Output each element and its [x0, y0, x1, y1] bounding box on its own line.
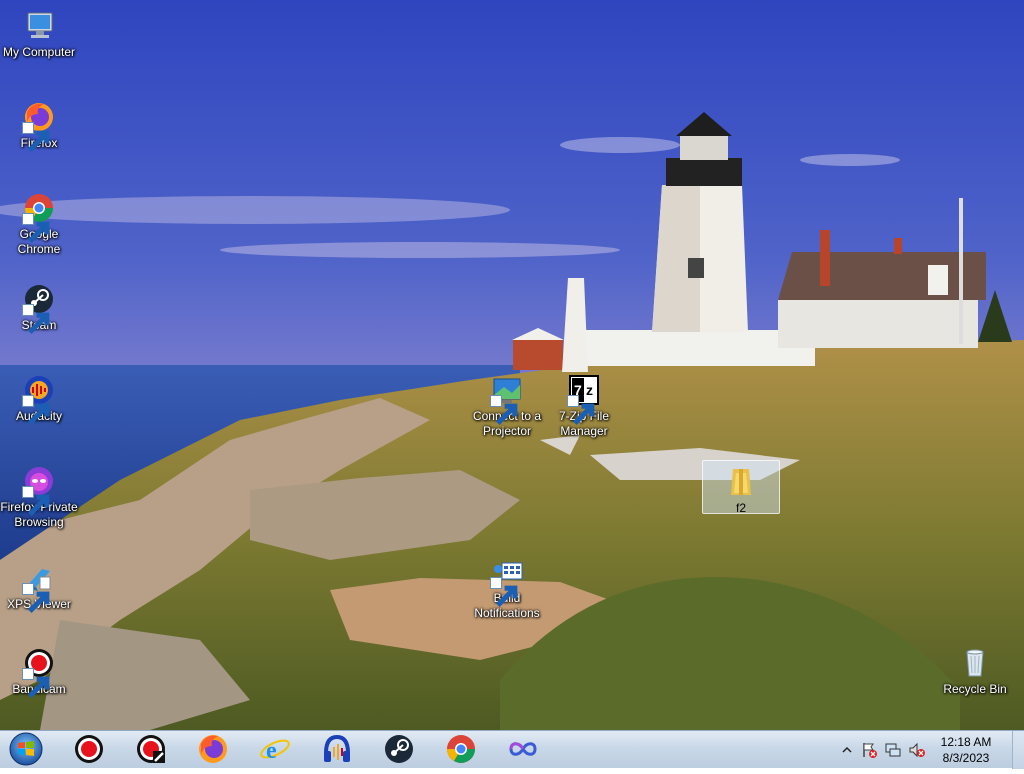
- desktop-icon-connect-projector[interactable]: Connect to a Projector: [467, 370, 547, 442]
- desktop-icon-recycle-bin[interactable]: Recycle Bin: [935, 643, 1015, 700]
- bandicam-icon: [22, 646, 56, 699]
- firefox-icon: [199, 735, 227, 763]
- taskbar-item-audacity[interactable]: [311, 732, 363, 766]
- shortcut-arrow-icon: [22, 304, 50, 335]
- bandicam-icon: [75, 735, 103, 763]
- infinity-icon: [509, 742, 537, 756]
- taskbar-item-infinity[interactable]: [497, 732, 549, 766]
- svg-text:e: e: [266, 738, 277, 764]
- shortcut-arrow-icon: [567, 395, 595, 426]
- shortcut-arrow-icon: [22, 583, 50, 614]
- desktop-icon-xps-viewer[interactable]: XPS Viewer: [0, 558, 79, 615]
- action-center-flag-icon[interactable]: [860, 741, 878, 759]
- clock-time: 12:18 AM: [940, 735, 992, 749]
- taskbar-item-internet-explorer[interactable]: e: [249, 732, 301, 766]
- build-notifications-icon: [490, 555, 524, 608]
- shortcut-arrow-icon: [22, 213, 50, 244]
- clock-date: 8/3/2023: [942, 751, 990, 765]
- internet-explorer-icon: e: [260, 738, 290, 764]
- desktop-icon-audacity[interactable]: Audacity: [0, 370, 79, 427]
- desktop-icon-google-chrome[interactable]: Google Chrome: [0, 188, 79, 260]
- desktop-icon-bandicam[interactable]: Bandicam: [0, 643, 79, 700]
- audacity-icon: [324, 734, 350, 762]
- taskbar-item-firefox[interactable]: [187, 732, 239, 766]
- taskbar: e 12:18 AM 8/3/2023: [0, 730, 1024, 769]
- desktop-icon-my-computer[interactable]: My Computer: [0, 6, 79, 63]
- chrome-icon: [447, 735, 475, 763]
- steam-icon: [385, 735, 413, 763]
- network-icon[interactable]: [884, 741, 902, 759]
- windows-start-icon: [9, 732, 43, 766]
- shortcut-arrow-icon: [490, 395, 518, 426]
- desktop-icon-firefox-private[interactable]: Firefox Private Browsing: [0, 461, 79, 533]
- shortcut-arrow-icon: [22, 668, 50, 699]
- taskbar-item-steam[interactable]: [373, 732, 425, 766]
- shortcut-arrow-icon: [490, 577, 518, 608]
- taskbar-clock[interactable]: 12:18 AM 8/3/2023: [934, 734, 998, 766]
- desktop-icon-folder-f2[interactable]: f2: [702, 460, 780, 515]
- bandicam-tool-icon: [137, 735, 165, 763]
- shortcut-arrow-icon: [22, 122, 50, 153]
- computer-icon: [22, 9, 56, 43]
- show-desktop-button[interactable]: [1012, 731, 1024, 769]
- desktop-icon-steam[interactable]: Steam: [0, 279, 79, 336]
- xps-viewer-icon: [22, 561, 56, 614]
- steam-icon: [22, 282, 56, 335]
- audacity-icon: [22, 373, 56, 426]
- folder-icon: [724, 465, 758, 499]
- chrome-icon: [22, 191, 56, 244]
- volume-muted-icon[interactable]: [908, 741, 926, 759]
- system-tray: 12:18 AM 8/3/2023: [834, 731, 1024, 769]
- show-hidden-icons-chevron[interactable]: [838, 741, 856, 759]
- desktop-icon-firefox[interactable]: Firefox: [0, 97, 79, 154]
- taskbar-item-bandicam-tool[interactable]: [125, 732, 177, 766]
- desktop-icon-7zip[interactable]: 7z 7-Zip File Manager: [544, 370, 624, 442]
- shortcut-arrow-icon: [22, 395, 50, 426]
- firefox-icon: [22, 100, 56, 153]
- start-button[interactable]: [6, 731, 46, 769]
- firefox-private-icon: [22, 464, 56, 517]
- taskbar-item-chrome[interactable]: [435, 732, 487, 766]
- recycle-bin-icon: [958, 646, 992, 680]
- 7zip-icon: 7z: [567, 373, 601, 426]
- shortcut-arrow-icon: [22, 486, 50, 517]
- desktop-icon-build-notifications[interactable]: Build Notifications: [467, 552, 547, 624]
- taskbar-item-bandicam[interactable]: [63, 732, 115, 766]
- projector-icon: [490, 373, 524, 426]
